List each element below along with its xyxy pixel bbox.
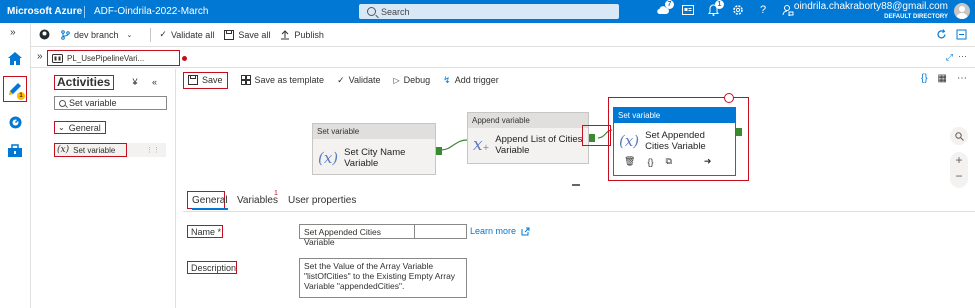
tab-general[interactable]: General (192, 195, 228, 210)
card-type: Set variable (313, 124, 435, 139)
search-icon (954, 131, 964, 141)
card-name: Set Appended Cities Variable (645, 130, 706, 152)
success-output-port[interactable] (589, 134, 595, 142)
card-name: Set City Name Variable (344, 147, 406, 169)
activity-card-set-city-name[interactable]: Set variable (x) Set City Name Variable (312, 123, 436, 175)
variable-icon: (x) (619, 132, 640, 150)
activity-card-set-appended-cities[interactable]: Set variable (x) Set Appended Cities Var… (613, 107, 736, 176)
zoom-in-icon[interactable]: + (950, 152, 968, 168)
card-type: Set variable (614, 108, 735, 123)
learn-more-label: Learn more (470, 226, 517, 236)
variables-error-badge: 1 (274, 190, 278, 197)
copy-icon[interactable]: ⧉ (665, 156, 671, 167)
name-label: Name * (187, 225, 223, 238)
name-field[interactable]: Set Appended Cities Variable (299, 224, 415, 247)
external-link-icon (521, 227, 530, 235)
tab-user-properties[interactable]: User properties (288, 195, 356, 206)
zoom-out-icon[interactable]: − (950, 168, 968, 184)
card-name: Append List of Cities Variable (495, 134, 583, 156)
zoom-controls[interactable]: + − (950, 152, 968, 188)
canvas-search-button[interactable] (950, 127, 968, 145)
code-icon[interactable]: {} (647, 157, 653, 167)
variable-icon: (x) (318, 149, 339, 167)
selection-marker (724, 93, 734, 103)
description-field[interactable]: Set the Value of the Array Variable "lis… (299, 258, 467, 298)
tab-variables[interactable]: Variables (237, 195, 278, 206)
append-variable-icon: x+ (473, 135, 490, 155)
delete-icon[interactable]: 🗑 (624, 156, 635, 167)
properties-tabs: General Variables 1 User properties (183, 188, 975, 212)
connector-highlight (582, 125, 611, 146)
add-output-icon[interactable]: ➜ (704, 156, 712, 167)
success-output-port[interactable] (436, 147, 442, 155)
success-output-port[interactable] (736, 128, 742, 136)
learn-more-link[interactable]: Learn more (470, 226, 530, 236)
name-field-extension[interactable] (415, 224, 467, 239)
activity-card-append-cities[interactable]: Append variable x+ Append List of Cities… (467, 112, 589, 164)
card-type: Append variable (468, 113, 588, 128)
description-label: Description (187, 261, 237, 274)
